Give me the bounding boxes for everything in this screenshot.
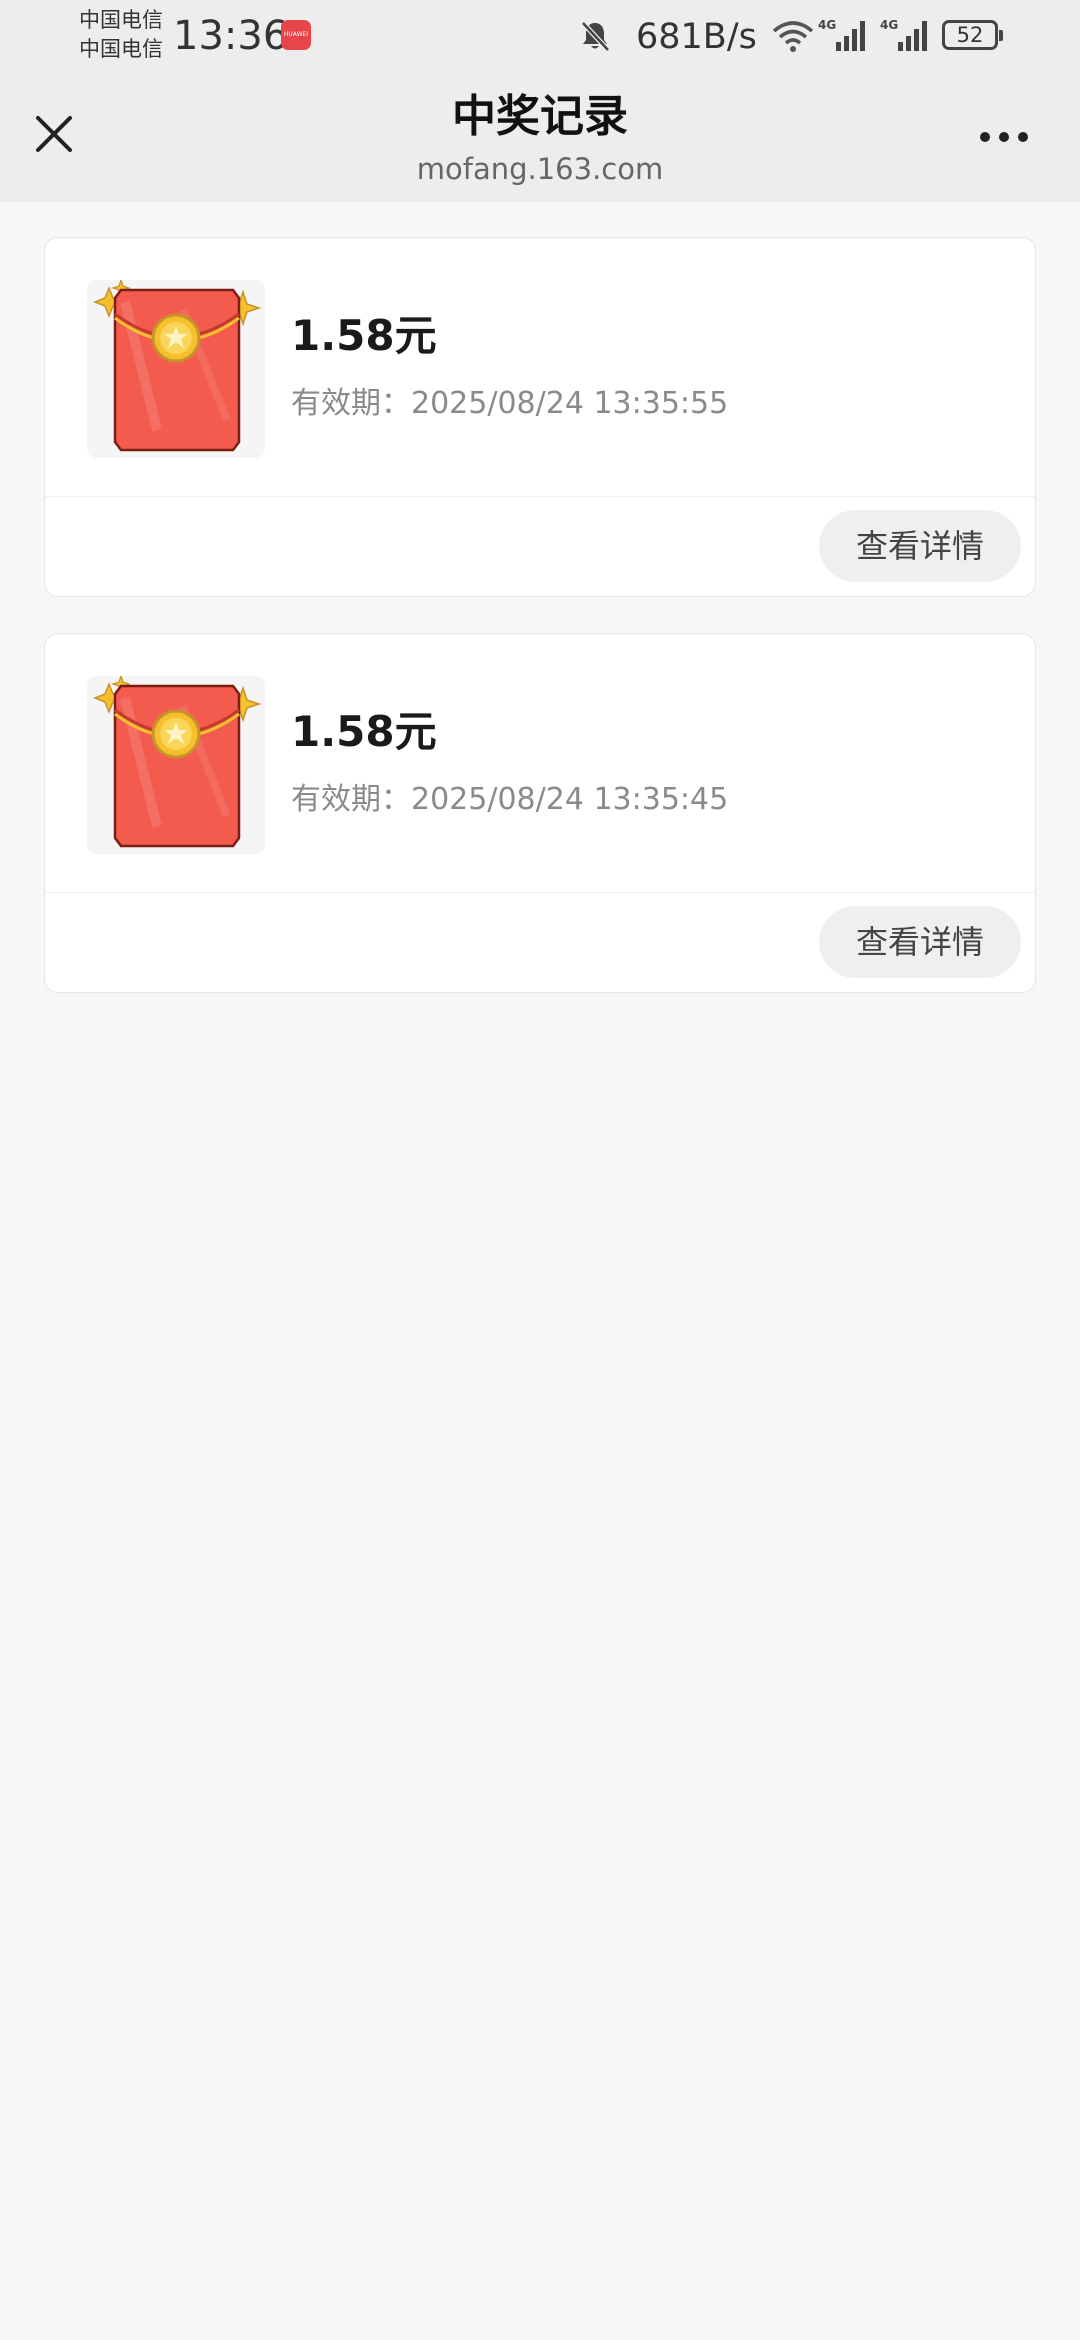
carrier-labels: 中国电信 中国电信 (79, 6, 163, 64)
prize-record-card: 1.58元 有效期：2025/08/24 13:35:45 查看详情 (44, 633, 1036, 993)
bell-muted-icon (581, 21, 610, 52)
carrier-2: 中国电信 (79, 37, 163, 61)
status-bar: 中国电信 中国电信 13:36 HUAWEI 681B/s 4G 4G 52 (0, 0, 1080, 72)
wifi-icon (772, 21, 814, 52)
red-envelope-icon (87, 674, 265, 854)
carrier-1: 中国电信 (79, 8, 163, 32)
signal-strength-icon-2: 4G (880, 18, 927, 51)
app-badge-text: HUAWEI (283, 31, 309, 38)
app-notification-icon: HUAWEI (281, 20, 311, 50)
red-envelope-graphic (92, 278, 262, 452)
signal-2-label: 4G (880, 18, 898, 32)
page-title: 中奖记录 (452, 91, 628, 142)
red-envelope-icon (87, 278, 265, 458)
clock: 13:36 (173, 13, 289, 59)
signal-strength-icon-1: 4G (818, 18, 865, 51)
more-icon[interactable] (974, 116, 1034, 156)
view-details-button[interactable]: 查看详情 (819, 510, 1021, 582)
nav-bar: 中奖记录 mofang.163.com (0, 72, 1080, 202)
view-details-button[interactable]: 查看详情 (819, 906, 1021, 978)
battery-level: 52 (956, 23, 984, 47)
network-speed: 681B/s (636, 17, 757, 57)
divider (45, 892, 1035, 893)
prize-amount: 1.58元 (291, 707, 437, 756)
red-envelope-graphic (92, 674, 262, 848)
more-dot (980, 132, 990, 142)
more-dot (999, 132, 1009, 142)
validity-date: 有效期：2025/08/24 13:35:45 (291, 782, 729, 817)
prize-amount: 1.58元 (291, 311, 437, 360)
page-domain: mofang.163.com (416, 152, 664, 186)
more-dot (1018, 132, 1028, 142)
prize-record-card: 1.58元 有效期：2025/08/24 13:35:55 查看详情 (44, 237, 1036, 597)
battery-icon: 52 (942, 20, 1003, 50)
divider (45, 496, 1035, 497)
signal-1-label: 4G (818, 18, 836, 32)
validity-date: 有效期：2025/08/24 13:35:55 (291, 386, 729, 421)
